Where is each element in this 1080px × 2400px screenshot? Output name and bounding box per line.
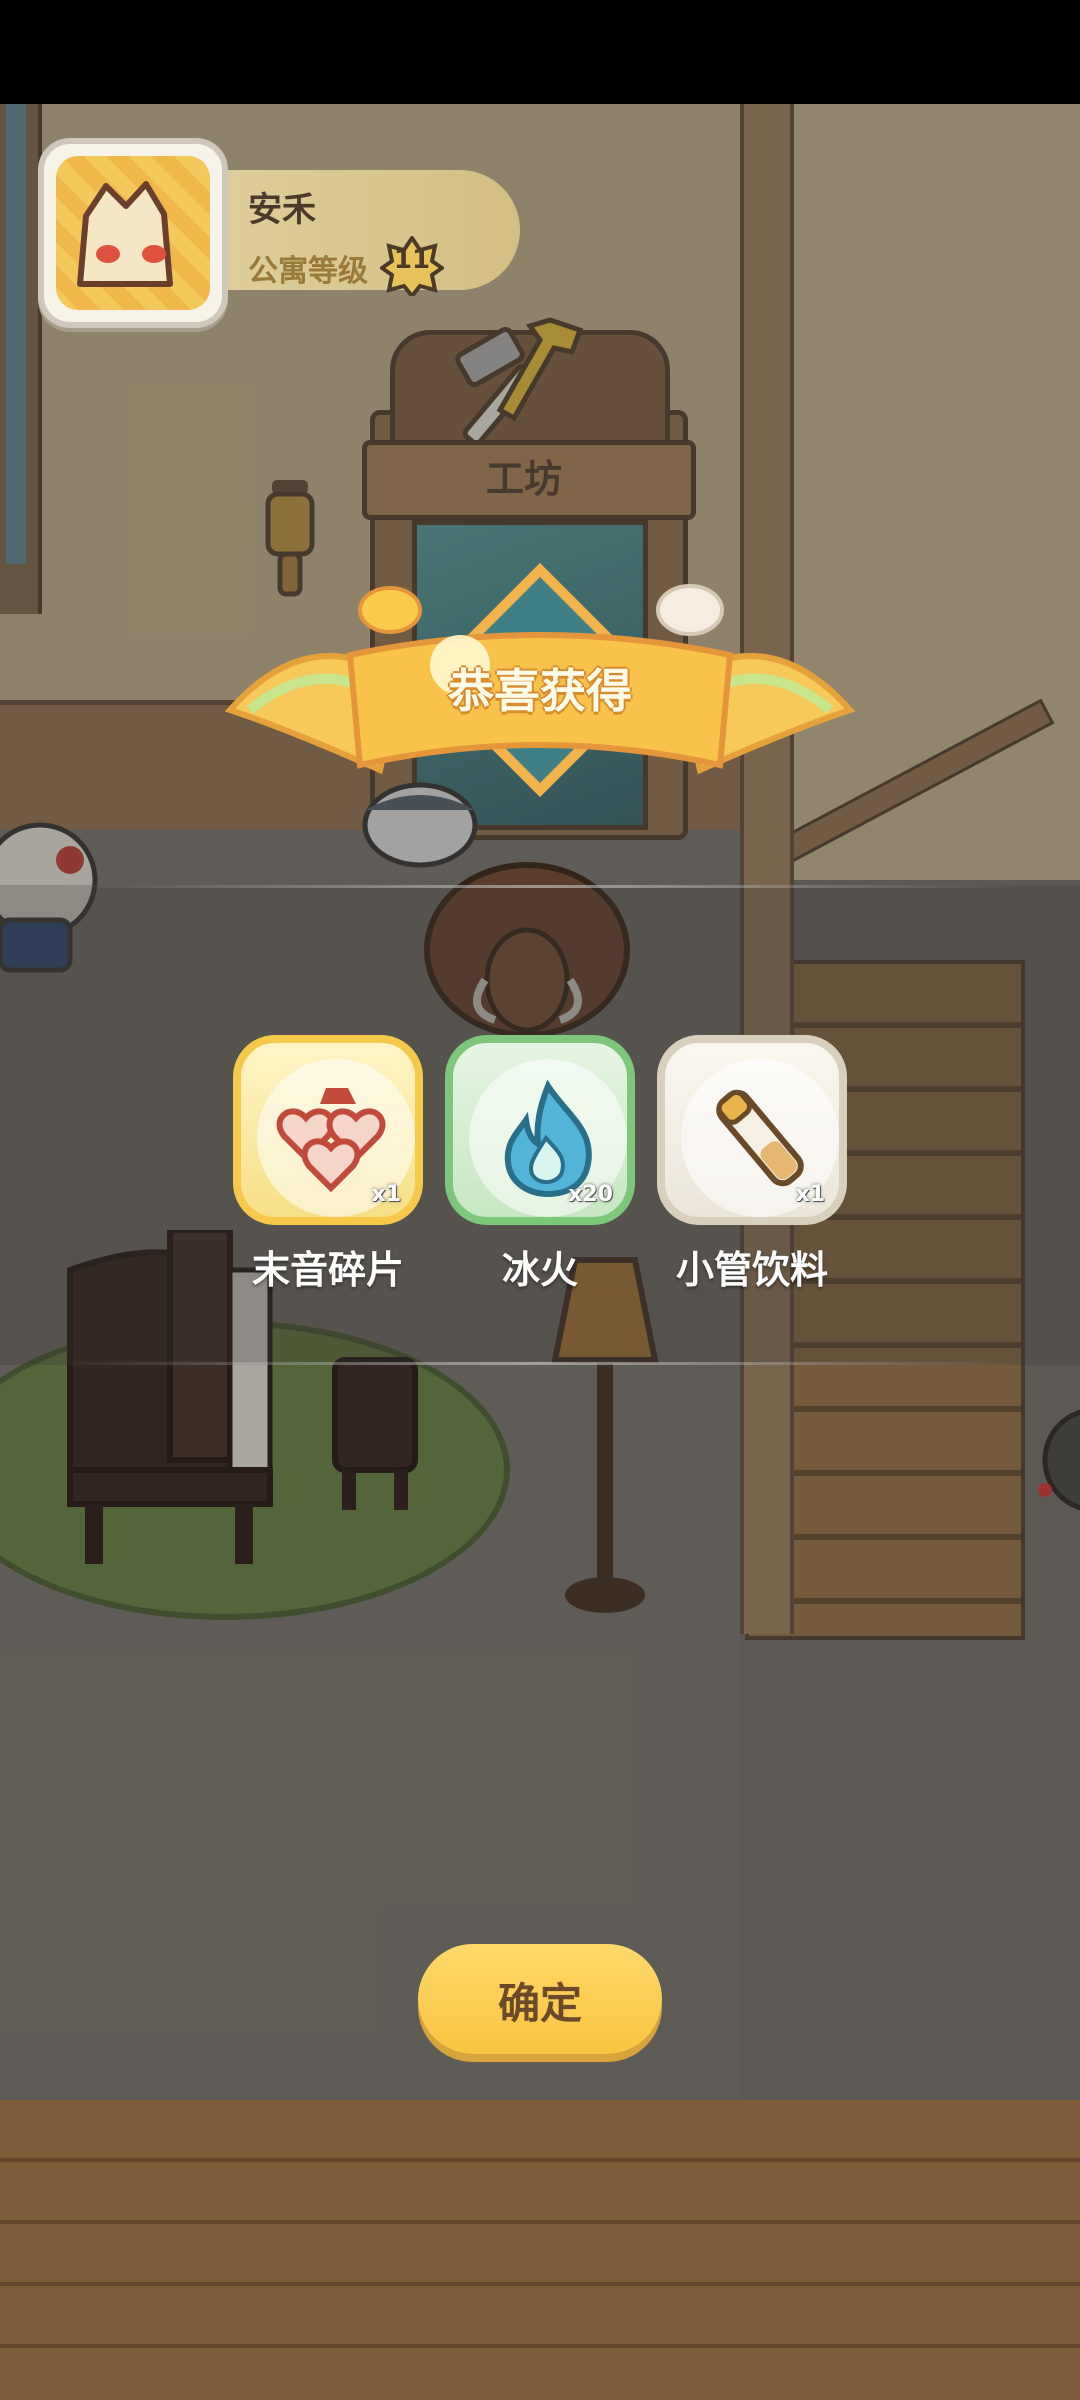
reward-item-3[interactable]: x1 小管饮料 — [657, 1035, 847, 1294]
reward-item-tile[interactable]: x1 — [657, 1035, 847, 1225]
item-count: x1 — [371, 1182, 402, 1207]
reward-item-1[interactable]: x1 末音碎片 — [233, 1035, 423, 1294]
item-name: 末音碎片 — [251, 1248, 404, 1292]
reward-band-top-line — [60, 885, 1020, 888]
congrats-title: 恭喜获得 — [448, 664, 632, 718]
status-bar — [0, 0, 1080, 104]
item-name: 小管饮料 — [675, 1248, 828, 1292]
reward-item-tile[interactable]: x1 — [233, 1035, 423, 1225]
tube-drink-icon — [716, 1089, 804, 1187]
item-count: x20 — [568, 1182, 613, 1207]
reward-item-tile[interactable]: x20 — [445, 1035, 635, 1225]
blue-flame-icon — [504, 1079, 600, 1198]
reward-item-2[interactable]: x20 冰火 — [445, 1035, 635, 1294]
apartment-level-value: 11 — [393, 245, 431, 275]
cat-avatar-icon — [77, 181, 173, 287]
item-name: 冰火 — [501, 1248, 578, 1292]
item-count: x1 — [795, 1182, 826, 1207]
game-screen: 工坊 安禾 公寓等级 11 恭喜获得 x1 末音碎片 x20 冰火 x1 小管饮… — [0, 0, 1080, 2400]
avatar-image — [56, 156, 210, 310]
hearts-fragment-icon — [276, 1088, 386, 1193]
apartment-level-label: 公寓等级 — [248, 254, 368, 289]
confirm-button[interactable]: 确定 — [418, 1944, 662, 2054]
reward-band-bottom-line — [60, 1362, 1020, 1365]
player-name: 安禾 — [248, 190, 316, 230]
confirm-button-label: 确定 — [497, 1979, 582, 2028]
